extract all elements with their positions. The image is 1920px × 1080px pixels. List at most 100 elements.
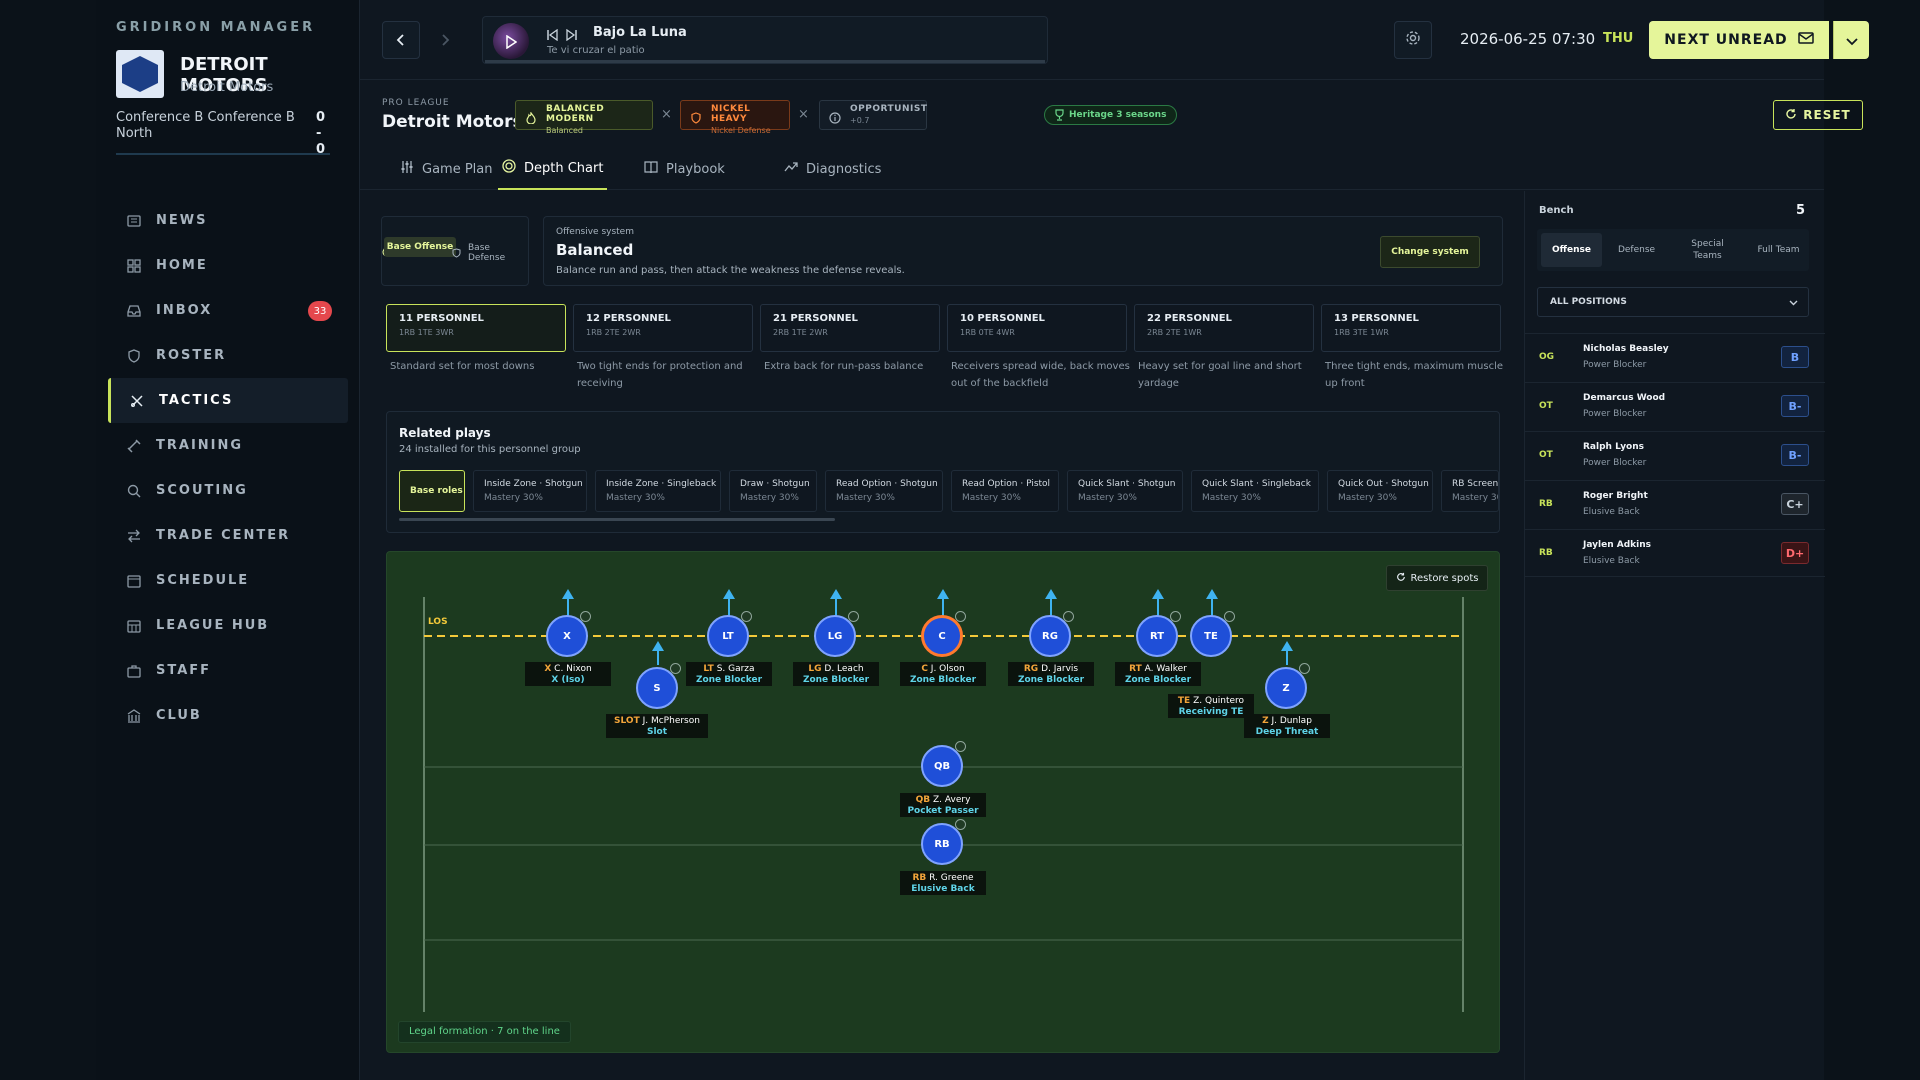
play-card[interactable]: RB Screen · Mastery 30 bbox=[1441, 470, 1499, 512]
tab-playbook[interactable]: Playbook bbox=[644, 148, 725, 190]
sidebar-item-label: STAFF bbox=[156, 663, 212, 678]
player-token-z[interactable]: Z bbox=[1265, 667, 1307, 709]
personnel-card-11[interactable]: 11 PERSONNEL 1RB 1TE 3WR bbox=[386, 304, 566, 352]
offense-identity-chip[interactable]: BALANCED MODERN Balanced bbox=[515, 100, 653, 135]
player-token-rb[interactable]: RB bbox=[921, 823, 963, 865]
forward-button[interactable] bbox=[426, 21, 464, 59]
play-card[interactable]: Read Option · Pistol Mastery 30% bbox=[951, 470, 1059, 512]
player-role: Pocket Passer bbox=[907, 806, 979, 816]
play-card[interactable]: Inside Zone · Shotgun Mastery 30% bbox=[473, 470, 587, 512]
reset-button[interactable]: RESET bbox=[1773, 100, 1863, 130]
conference-label: Conference B Conference B North bbox=[116, 110, 295, 141]
sidebar-item-training[interactable]: TRAINING bbox=[108, 423, 348, 468]
chevron-right-icon bbox=[440, 31, 450, 50]
sidebar-item-club[interactable]: CLUB bbox=[108, 693, 348, 738]
personnel-card-12[interactable]: 12 PERSONNEL 1RB 2TE 2WR bbox=[573, 304, 753, 352]
tactics-tabs: Game Plan Depth Chart Playbook Diagnosti… bbox=[360, 148, 1824, 190]
sidebar-item-trade-center[interactable]: TRADE CENTER bbox=[108, 513, 348, 558]
tab-diagnostics[interactable]: Diagnostics bbox=[784, 148, 881, 190]
building-icon bbox=[126, 708, 142, 724]
personnel-card-13[interactable]: 13 PERSONNEL 1RB 3TE 1WR bbox=[1321, 304, 1501, 352]
bench-player-name: Roger Bright bbox=[1583, 491, 1648, 501]
play-name: Inside Zone · Shotgun bbox=[484, 479, 583, 489]
defense-identity-chip[interactable]: NICKEL HEAVY Nickel Defense bbox=[680, 100, 790, 135]
play-card[interactable]: Inside Zone · Singleback Mastery 30% bbox=[595, 470, 721, 512]
play-name: Read Option · Shotgun bbox=[836, 479, 938, 489]
tab-depth-chart[interactable]: Depth Chart bbox=[498, 148, 608, 190]
player-token-rg[interactable]: RG bbox=[1029, 615, 1071, 657]
play-card[interactable]: Quick Slant · Singleback Mastery 30% bbox=[1191, 470, 1319, 512]
skip-back-icon[interactable] bbox=[547, 26, 559, 45]
player-token-te[interactable]: TE bbox=[1190, 615, 1232, 657]
next-unread-button[interactable]: NEXT UNREAD bbox=[1649, 21, 1829, 59]
top-bar: Bajo La Luna Te vi cruzar el patio 2026-… bbox=[360, 0, 1869, 80]
sidebar-item-staff[interactable]: STAFF bbox=[108, 648, 348, 693]
segment-defense[interactable]: Defense bbox=[1606, 229, 1667, 271]
sidebar-item-label: ROSTER bbox=[156, 348, 227, 363]
play-icon[interactable] bbox=[505, 34, 518, 53]
base-defense-toggle[interactable]: Base Defense bbox=[468, 243, 528, 263]
play-card[interactable]: Read Option · Shotgun Mastery 30% bbox=[825, 470, 943, 512]
player-name: R. Greene bbox=[929, 873, 974, 883]
personnel-card-10[interactable]: 10 PERSONNEL 1RB 0TE 4WR bbox=[947, 304, 1127, 352]
track-progress-bar[interactable] bbox=[485, 60, 1045, 63]
personnel-card-22[interactable]: 22 PERSONNEL 2RB 2TE 1WR bbox=[1134, 304, 1314, 352]
segment-offense[interactable]: Offense bbox=[1541, 233, 1602, 267]
coach-trait-chip[interactable]: OPPORTUNIST +0.7 bbox=[819, 100, 927, 130]
restore-spots-button[interactable]: Restore spots bbox=[1386, 565, 1488, 591]
player-name: S. Garza bbox=[716, 664, 755, 674]
back-button[interactable] bbox=[382, 21, 420, 59]
base-offense-toggle[interactable]: Base Offense bbox=[384, 237, 456, 257]
bench-player-row[interactable]: OT Demarcus Wood Power Blocker B- bbox=[1525, 382, 1825, 430]
player-token-x[interactable]: X bbox=[546, 615, 588, 657]
close-icon[interactable]: × bbox=[798, 107, 809, 122]
bench-player-grade: B bbox=[1781, 346, 1809, 368]
personnel-desc: Heavy set for goal line and short yardag… bbox=[1138, 361, 1302, 389]
player-token-qb[interactable]: QB bbox=[921, 745, 963, 787]
bench-player-row[interactable]: RB Jaylen Adkins Elusive Back D+ bbox=[1525, 529, 1825, 577]
next-unread-dropdown[interactable] bbox=[1833, 21, 1869, 59]
sidebar-item-tactics[interactable]: TACTICS bbox=[108, 378, 348, 423]
close-icon[interactable]: × bbox=[661, 107, 672, 122]
bench-player-row[interactable]: RB Roger Bright Elusive Back C+ bbox=[1525, 480, 1825, 528]
refresh-icon bbox=[1785, 108, 1797, 123]
settings-button[interactable] bbox=[1394, 21, 1432, 59]
sidebar-item-scouting[interactable]: SCOUTING bbox=[108, 468, 348, 513]
personnel-sub: 2RB 2TE 1WR bbox=[1147, 328, 1202, 337]
player-name: A. Walker bbox=[1144, 664, 1187, 674]
team-logo bbox=[116, 50, 164, 98]
play-card[interactable]: Quick Slant · Shotgun Mastery 30% bbox=[1067, 470, 1183, 512]
player-token-rt[interactable]: RT bbox=[1136, 615, 1178, 657]
personnel-card-21[interactable]: 21 PERSONNEL 2RB 1TE 2WR bbox=[760, 304, 940, 352]
bench-player-row[interactable]: OG Nicholas Beasley Power Blocker B bbox=[1525, 333, 1825, 381]
play-card[interactable]: Quick Out · Shotgun Mastery 30% bbox=[1327, 470, 1433, 512]
sidebar-item-home[interactable]: HOME bbox=[108, 243, 348, 288]
sidebar-item-schedule[interactable]: SCHEDULE bbox=[108, 558, 348, 603]
player-token-slot[interactable]: S bbox=[636, 667, 678, 709]
skip-forward-icon[interactable] bbox=[565, 26, 577, 45]
team-subtitle: Detroit Motors bbox=[180, 80, 274, 95]
inbox-icon bbox=[126, 303, 142, 319]
player-token-lt[interactable]: LT bbox=[707, 615, 749, 657]
related-plays-subtitle: 24 installed for this personnel group bbox=[399, 444, 581, 455]
offensive-system-panel: Offensive system Balanced Balance run an… bbox=[543, 216, 1503, 286]
sidebar-item-roster[interactable]: ROSTER bbox=[108, 333, 348, 378]
segment-special-teams[interactable]: Special Teams bbox=[1667, 229, 1748, 271]
player-token-c[interactable]: C bbox=[921, 615, 963, 657]
plays-scrollbar[interactable] bbox=[399, 518, 835, 521]
bench-player-grade: B- bbox=[1781, 395, 1809, 417]
position-filter-select[interactable]: ALL POSITIONS bbox=[1537, 287, 1809, 317]
sidebar-divider bbox=[116, 153, 330, 155]
route-arrow-icon bbox=[652, 641, 664, 651]
dumbbell-icon bbox=[126, 438, 142, 454]
sidebar-item-league-hub[interactable]: LEAGUE HUB bbox=[108, 603, 348, 648]
sidebar-item-inbox[interactable]: INBOX 33 bbox=[108, 288, 348, 333]
play-card[interactable]: Draw · Shotgun Mastery 30% bbox=[729, 470, 817, 512]
player-token-lg[interactable]: LG bbox=[814, 615, 856, 657]
segment-full-team[interactable]: Full Team bbox=[1748, 229, 1809, 271]
tab-game-plan[interactable]: Game Plan bbox=[400, 148, 493, 190]
sidebar-item-news[interactable]: NEWS bbox=[108, 198, 348, 243]
change-system-button[interactable]: Change system bbox=[1380, 236, 1480, 268]
base-roles-button[interactable]: Base roles bbox=[399, 470, 465, 512]
bench-player-row[interactable]: OT Ralph Lyons Power Blocker B- bbox=[1525, 431, 1825, 479]
